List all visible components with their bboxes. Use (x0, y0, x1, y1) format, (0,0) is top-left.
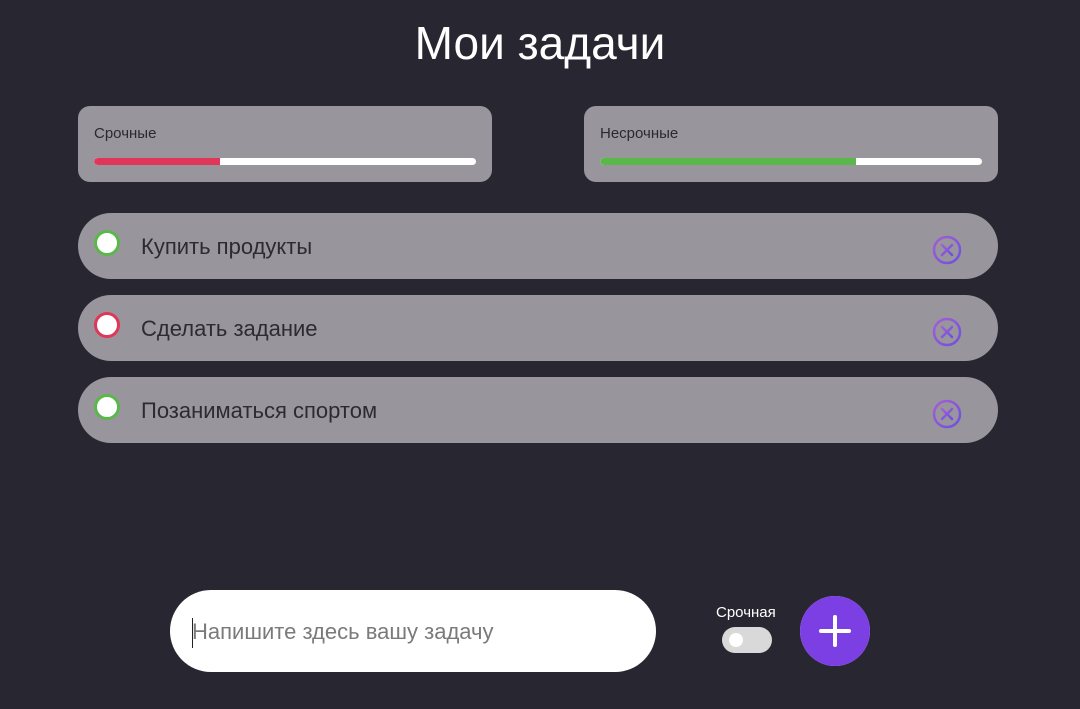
add-task-button[interactable] (800, 596, 870, 666)
task-text: Позаниматься спортом (141, 398, 378, 423)
task-item: Сделать задание (78, 295, 998, 361)
task-checkbox[interactable] (94, 312, 120, 338)
task-checkbox[interactable] (94, 394, 120, 420)
urgent-progress-fill (94, 158, 221, 165)
nonurgent-progress-fill (600, 158, 856, 165)
toggle-knob (729, 633, 743, 647)
urgent-progress-label: Срочные (94, 125, 157, 142)
task-text: Сделать задание (141, 316, 318, 341)
nonurgent-progress-card: Несрочные (584, 106, 998, 182)
urgent-toggle-label: Срочная (716, 604, 776, 621)
task-item: Купить продукты (78, 213, 998, 279)
task-text: Купить продукты (141, 234, 313, 259)
task-input-wrapper (170, 590, 656, 672)
nonurgent-progress-bar (600, 158, 982, 165)
urgent-progress-bar (94, 158, 476, 165)
text-caret (192, 618, 193, 648)
delete-icon[interactable] (932, 235, 962, 265)
task-checkbox[interactable] (94, 230, 120, 256)
nonurgent-progress-label: Несрочные (600, 125, 679, 142)
urgent-progress-card: Срочные (78, 106, 492, 182)
plus-icon (800, 596, 870, 666)
delete-icon[interactable] (932, 317, 962, 347)
page-title: Мои задачи (414, 17, 666, 69)
delete-icon[interactable] (932, 399, 962, 429)
task-list: Купить продукты Сделать задание Позанима… (78, 213, 998, 459)
urgent-toggle[interactable] (722, 627, 772, 653)
task-input[interactable] (192, 614, 632, 650)
task-item: Позаниматься спортом (78, 377, 998, 443)
